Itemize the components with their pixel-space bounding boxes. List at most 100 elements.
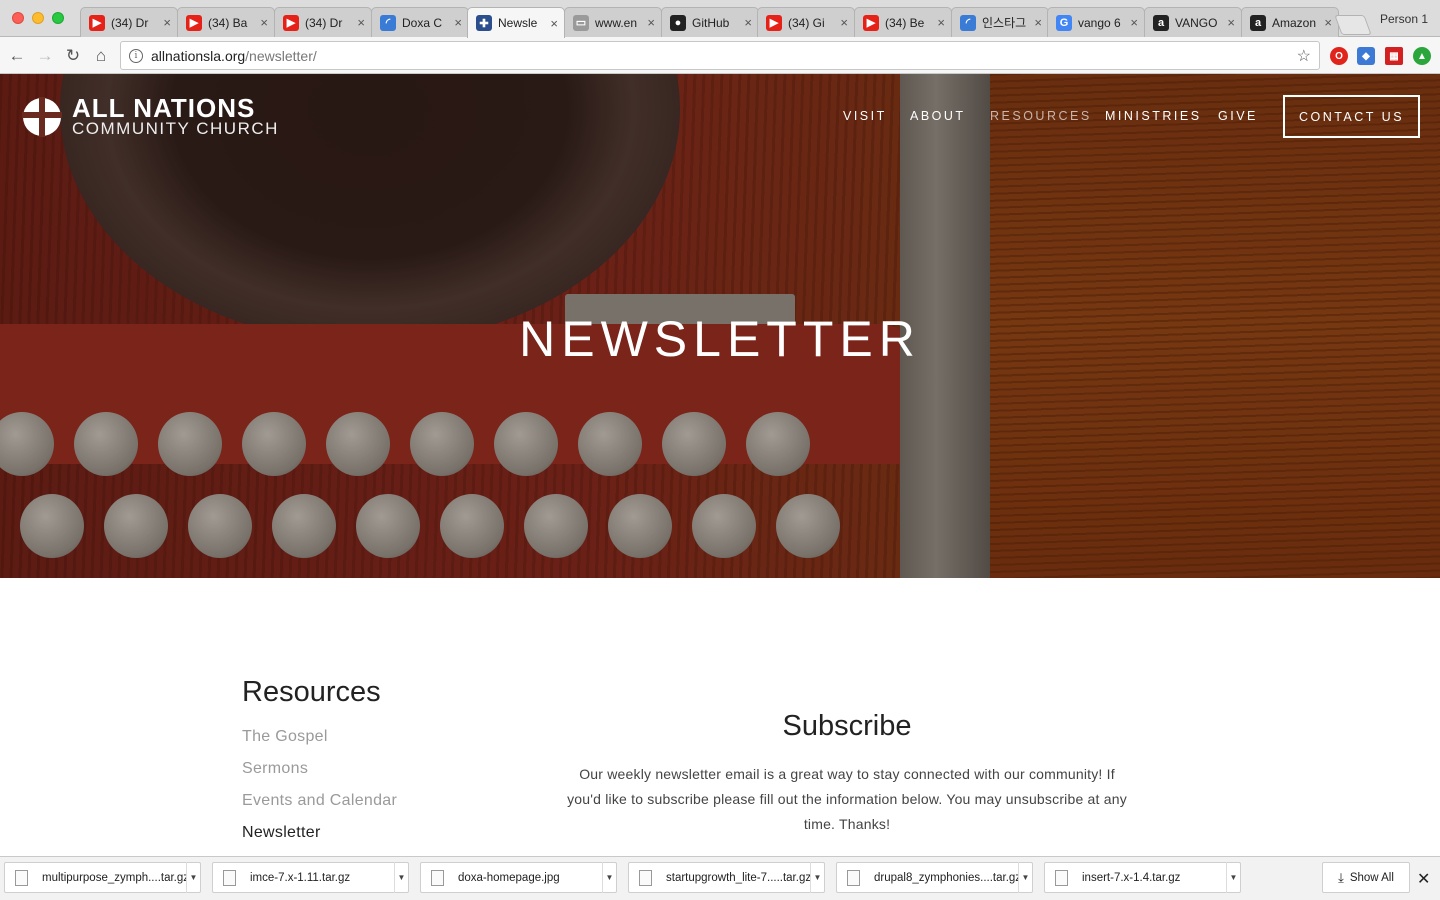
download-item[interactable]: startupgrowth_lite-7.....tar.gz ▼ (628, 862, 825, 893)
url-path: /newsletter/ (245, 47, 317, 64)
close-icon[interactable]: ✕ (1417, 869, 1430, 889)
nav-resources[interactable]: RESOURCES (990, 109, 1092, 123)
extension-icon[interactable]: ▲ (1413, 47, 1431, 65)
amazon-icon: a (1153, 14, 1169, 31)
tab-title: (34) Be (885, 15, 925, 30)
tab-title: GitHub (692, 15, 730, 30)
browser-tab[interactable]: ▶ (34) Gi × (757, 7, 855, 37)
browser-tab[interactable]: a Amazon × (1241, 7, 1339, 37)
browser-tab[interactable]: ▶ (34) Be × (854, 7, 952, 37)
browser-tab[interactable]: ◜ 인스타그 × (951, 7, 1049, 37)
tab-title: Amazon (1272, 15, 1317, 30)
loading-icon: ◜ (960, 14, 976, 31)
tab-close-icon[interactable]: × (260, 15, 268, 30)
bookmark-star-icon[interactable]: ☆ (1297, 46, 1311, 66)
youtube-icon: ▶ (766, 14, 782, 31)
youtube-icon: ▶ (283, 14, 299, 31)
tab-close-icon[interactable]: × (163, 15, 171, 30)
chevron-down-icon[interactable]: ▼ (394, 862, 408, 893)
download-item[interactable]: insert-7.x-1.4.tar.gz ▼ (1044, 862, 1241, 893)
browser-tab[interactable]: ▶ (34) Ba × (177, 7, 275, 37)
profile-name[interactable]: Person 1 (1380, 12, 1428, 26)
sidebar-link-gospel[interactable]: The Gospel (242, 728, 328, 746)
contact-us-button[interactable]: CONTACT US (1283, 95, 1420, 138)
download-filename: insert-7.x-1.4.tar.gz (1082, 871, 1181, 884)
youtube-icon: ▶ (863, 14, 879, 31)
tab-title: (34) Dr (305, 15, 343, 30)
nav-give[interactable]: GIVE (1218, 109, 1258, 123)
tab-title: 인스타그 (982, 16, 1027, 30)
info-icon[interactable]: i (129, 48, 143, 63)
tab-close-icon[interactable]: × (1324, 15, 1332, 30)
back-arrow-icon[interactable]: ← (6, 45, 28, 67)
tab-close-icon[interactable]: × (1130, 15, 1138, 30)
url-text[interactable]: allnationsla.org/newsletter/ (151, 48, 317, 64)
browser-tab[interactable]: a VANGO × (1144, 7, 1242, 37)
download-item[interactable]: drupal8_zymphonies....tar.gz ▼ (836, 862, 1033, 893)
tab-close-icon[interactable]: × (840, 15, 848, 30)
browser-tab[interactable]: Gvango 6 × (1047, 7, 1145, 37)
extension-icon[interactable]: ▦ (1385, 47, 1403, 65)
tab-close-icon[interactable]: × (1227, 15, 1235, 30)
chevron-down-icon[interactable]: ▼ (1018, 862, 1032, 893)
close-window-button[interactable] (12, 12, 24, 24)
address-bar[interactable]: i allnationsla.org/newsletter/ ☆ (120, 41, 1320, 70)
download-item[interactable]: doxa-homepage.jpg ▼ (420, 862, 617, 893)
chevron-down-icon[interactable]: ▼ (602, 862, 616, 893)
chevron-down-icon[interactable]: ▼ (810, 862, 824, 893)
browser-tab[interactable]: ● GitHub × (661, 7, 759, 37)
browser-tab[interactable]: ▶ (34) Dr × (274, 7, 372, 37)
browser-tab[interactable]: ▶ (34) Dr × (80, 7, 178, 37)
opera-extension-icon[interactable]: O (1330, 47, 1348, 65)
youtube-icon: ▶ (89, 14, 105, 31)
forward-arrow-icon[interactable]: → (34, 45, 56, 67)
minimize-window-button[interactable] (32, 12, 44, 24)
church-icon: ✚ (476, 15, 492, 31)
subscribe-description: Our weekly newsletter email is a great w… (567, 766, 1127, 832)
nav-ministries[interactable]: MINISTRIES (1105, 109, 1202, 123)
home-icon[interactable]: ⌂ (90, 45, 112, 67)
browser-tab[interactable]: ✚ Newsle × (467, 7, 565, 38)
download-filename: startupgrowth_lite-7.....tar.gz (666, 871, 810, 884)
tab-close-icon[interactable]: × (744, 15, 752, 30)
page-title: NEWSLETTER (519, 311, 921, 367)
browser-tab[interactable]: ◜ Doxa C × (371, 7, 469, 37)
subscribe-title: Subscribe (782, 710, 912, 742)
browser-tab[interactable]: ▭ www.en × (564, 7, 662, 37)
tab-title: (34) Ba (208, 15, 248, 30)
nav-visit[interactable]: VISIT (843, 109, 887, 123)
show-all-downloads-button[interactable]: ⤓ Show All (1322, 862, 1410, 893)
sidebar-link-newsletter[interactable]: Newsletter (242, 824, 321, 842)
tab-title: Doxa C (402, 15, 443, 30)
show-all-label: Show All (1349, 871, 1394, 884)
file-icon (431, 869, 444, 886)
sidebar-title: Resources (242, 676, 381, 708)
file-icon (847, 869, 860, 886)
download-item[interactable]: imce-7.x-1.11.tar.gz ▼ (212, 862, 409, 893)
extension-icon[interactable]: ◆ (1357, 47, 1375, 65)
chevron-down-icon[interactable]: ▼ (1226, 862, 1240, 893)
download-item[interactable]: multipurpose_zymph....tar.gz ▼ (4, 862, 201, 893)
download-filename: doxa-homepage.jpg (458, 871, 560, 884)
chevron-down-icon[interactable]: ▼ (186, 862, 200, 893)
tab-close-icon[interactable]: × (1034, 15, 1042, 30)
maximize-window-button[interactable] (52, 12, 64, 24)
amazon-icon: a (1250, 14, 1266, 31)
page-icon: ▭ (573, 14, 589, 31)
nav-about[interactable]: ABOUT (910, 109, 966, 123)
tab-close-icon[interactable]: × (357, 15, 365, 30)
browser-toolbar: ← → ↻ ⌂ i allnationsla.org/newsletter/ ☆… (0, 37, 1440, 74)
tab-title: www.en (595, 15, 638, 30)
file-icon (15, 869, 28, 886)
main-navigation: VISIT ABOUT RESOURCES MINISTRIES GIVE CO… (0, 95, 1440, 138)
download-icon: ⤓ (1338, 869, 1344, 885)
sidebar-link-events[interactable]: Events and Calendar (242, 792, 397, 810)
tab-close-icon[interactable]: × (454, 15, 462, 30)
tab-close-icon[interactable]: × (647, 15, 655, 30)
tab-close-icon[interactable]: × (937, 15, 945, 30)
sidebar-link-sermons[interactable]: Sermons (242, 760, 308, 778)
loading-icon: ◜ (380, 14, 396, 31)
reload-icon[interactable]: ↻ (62, 45, 84, 67)
new-tab-button[interactable] (1334, 15, 1372, 35)
tab-close-icon[interactable]: × (550, 16, 558, 31)
